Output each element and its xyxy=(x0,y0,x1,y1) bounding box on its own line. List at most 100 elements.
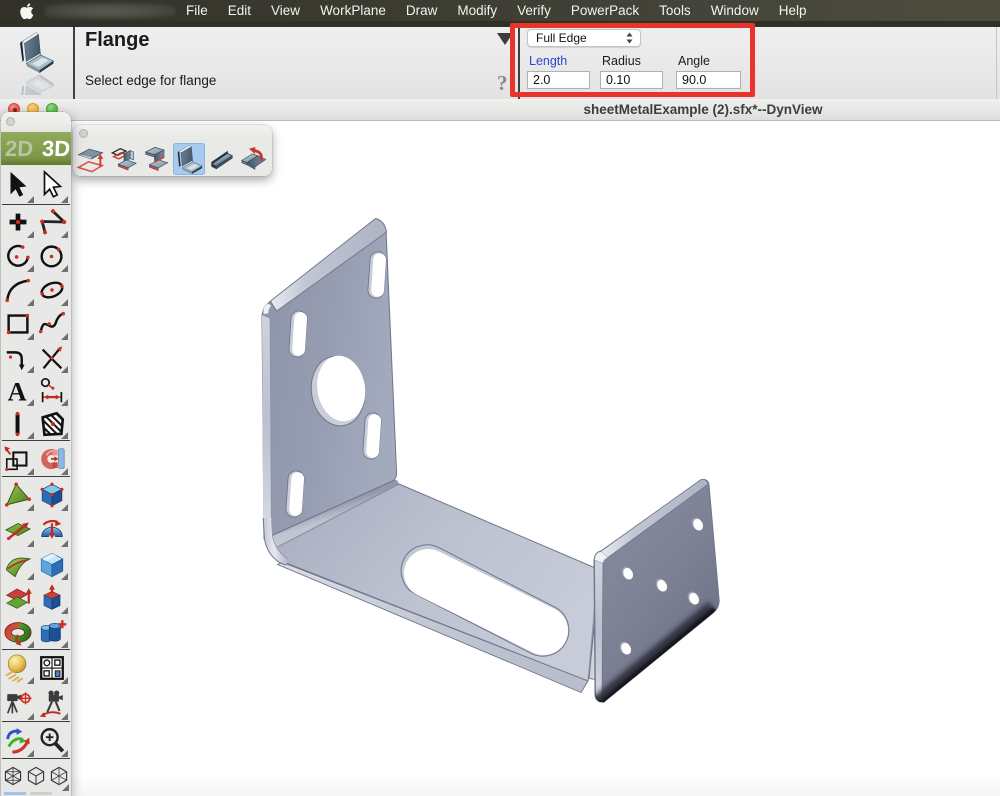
sheet-metal-close-button[interactable] xyxy=(79,129,88,138)
screen: FileEditViewWorkPlaneDrawModifyVerifyPow… xyxy=(0,0,1000,796)
tool-ellipse[interactable] xyxy=(35,273,69,307)
apple-icon[interactable] xyxy=(20,3,35,20)
param-label-angle: Angle xyxy=(678,54,710,68)
tool-arc-tangent[interactable] xyxy=(1,273,35,307)
tool-select-arrow[interactable] xyxy=(1,165,35,204)
flyout-triangle-icon xyxy=(61,750,68,757)
flyout-triangle-icon xyxy=(27,333,34,340)
palette-partial-row xyxy=(1,792,71,796)
param-label-length: Length xyxy=(529,54,567,68)
tool-single-line[interactable] xyxy=(1,407,35,440)
flyout-triangle-icon xyxy=(27,366,34,373)
flyout-triangle-icon xyxy=(61,399,68,406)
tool-rectangle[interactable] xyxy=(1,307,35,341)
flyout-triangle-icon xyxy=(27,196,34,203)
flyout-triangle-icon xyxy=(62,784,69,791)
sheetmetal-unfold[interactable] xyxy=(238,143,271,175)
tool-orbit-arrows[interactable] xyxy=(1,722,35,758)
param-field-angle[interactable]: 90.0 xyxy=(676,71,741,89)
tool-extrude-box[interactable] xyxy=(35,581,69,615)
drawing-canvas[interactable] xyxy=(0,121,1000,796)
tool-cube-wire[interactable] xyxy=(24,759,47,792)
tool-cube-wire-all[interactable] xyxy=(1,759,24,792)
param-label-radius: Radius xyxy=(602,54,641,68)
tool-torus-tool[interactable] xyxy=(1,615,35,649)
flyout-triangle-icon xyxy=(61,540,68,547)
menu-powerpack[interactable]: PowerPack xyxy=(561,0,649,21)
tool-plane-arrow[interactable] xyxy=(1,512,35,548)
menu-edit[interactable]: Edit xyxy=(218,0,261,21)
param-field-length[interactable]: 2.0 xyxy=(527,71,590,89)
tool-hatch[interactable] xyxy=(35,407,69,440)
flyout-triangle-icon xyxy=(61,713,68,720)
menu-file[interactable]: File xyxy=(176,0,218,21)
tool-select-open-arrow[interactable] xyxy=(35,165,69,204)
menu-view[interactable]: View xyxy=(261,0,310,21)
flyout-triangle-icon xyxy=(61,641,68,648)
flyout-triangle-icon xyxy=(27,713,34,720)
tool-leaf-surface[interactable] xyxy=(1,548,35,581)
flyout-triangle-icon xyxy=(61,677,68,684)
help-icon[interactable]: ? xyxy=(497,71,508,96)
tool-arc-3pt[interactable] xyxy=(1,239,35,273)
tool-zoom-plus[interactable] xyxy=(35,722,69,758)
menu-draw[interactable]: Draw xyxy=(396,0,448,21)
tool-fillet-corner[interactable] xyxy=(1,341,35,374)
tool-magnet-snap[interactable] xyxy=(35,441,69,476)
toolbar-divider-2 xyxy=(518,27,520,99)
tool-cube-wire-hidden[interactable] xyxy=(47,759,70,792)
tool-camera-walk[interactable] xyxy=(35,685,69,721)
partial-tool[interactable] xyxy=(30,792,52,795)
menu-workplane[interactable]: WorkPlane xyxy=(310,0,396,21)
tool-transform-copy[interactable] xyxy=(1,441,35,476)
partial-selected-tool[interactable] xyxy=(4,792,26,795)
menu-modify[interactable]: Modify xyxy=(447,0,507,21)
collapse-triangle-icon[interactable] xyxy=(497,33,513,45)
tool-boolean-add[interactable] xyxy=(35,615,69,649)
flyout-triangle-icon xyxy=(27,399,34,406)
tool-trim-cross[interactable] xyxy=(35,341,69,374)
palette-titlebar[interactable] xyxy=(1,112,71,132)
document-titlebar[interactable]: sheetMetalExample (2).sfx*--DynView xyxy=(0,99,1000,121)
palette-close-button[interactable] xyxy=(6,117,15,126)
toolbar-divider-3 xyxy=(996,27,997,99)
menu-items: FileEditViewWorkPlaneDrawModifyVerifyPow… xyxy=(176,0,816,21)
bracket-model[interactable] xyxy=(0,121,1000,796)
tool-polyline[interactable] xyxy=(35,205,69,239)
tool-render-sphere[interactable] xyxy=(1,650,35,685)
tool-shiny-cube[interactable] xyxy=(35,548,69,581)
sheetmetal-z-flange[interactable] xyxy=(140,143,173,175)
tool-point-plus[interactable] xyxy=(1,205,35,239)
palette-mode-banner[interactable]: 2D 3D xyxy=(1,132,71,165)
tool-text-tool[interactable]: A xyxy=(1,374,35,407)
tool-camera-tripod[interactable] xyxy=(1,685,35,721)
menu-window[interactable]: Window xyxy=(701,0,769,21)
sheetmetal-flange-on-edges[interactable] xyxy=(108,143,141,175)
flyout-triangle-icon xyxy=(27,432,34,439)
tool-dome-revolve[interactable] xyxy=(35,512,69,548)
sheetmetal-flange[interactable] xyxy=(173,143,206,175)
tool-solid-cube[interactable] xyxy=(35,477,69,512)
sheet-metal-toolbar-window xyxy=(73,125,272,176)
tool-render-options[interactable] xyxy=(35,650,69,685)
tool-surface-triangle[interactable] xyxy=(1,477,35,512)
edge-mode-popup[interactable]: Full Edge xyxy=(527,29,641,47)
tool-circle[interactable] xyxy=(35,239,69,273)
tool-stacked-sheets[interactable] xyxy=(1,581,35,615)
sheetmetal-sheet-from-profile[interactable] xyxy=(75,143,108,175)
param-field-radius[interactable]: 0.10 xyxy=(600,71,663,89)
tab-3d[interactable]: 3D xyxy=(41,136,70,162)
flyout-triangle-icon xyxy=(61,299,68,306)
menu-verify[interactable]: Verify xyxy=(507,0,561,21)
sheet-metal-titlebar[interactable] xyxy=(73,125,272,142)
tab-2d[interactable]: 2D xyxy=(4,136,33,162)
menu-help[interactable]: Help xyxy=(769,0,817,21)
tool-spline[interactable] xyxy=(35,307,69,341)
flyout-triangle-icon xyxy=(27,540,34,547)
flyout-triangle-icon xyxy=(61,504,68,511)
tool-options-bar: Flange Select edge for flange ? Full Edg… xyxy=(0,27,1000,99)
sheetmetal-hem[interactable] xyxy=(205,143,238,175)
flyout-triangle-icon xyxy=(61,333,68,340)
menu-tools[interactable]: Tools xyxy=(649,0,701,21)
tool-dimension[interactable] xyxy=(35,374,69,407)
